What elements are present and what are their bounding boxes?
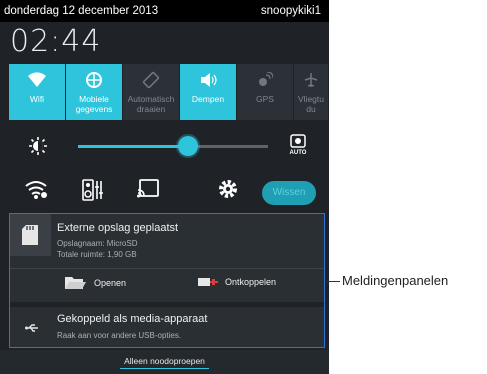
brightness-slider-thumb[interactable] (178, 136, 199, 156)
brightness-icon (28, 136, 48, 161)
toggle-gps[interactable]: GPS (237, 64, 293, 120)
status-bar: donderdag 12 december 2013 snoopykiki1 (0, 0, 329, 22)
settings-gear-icon[interactable] (217, 178, 239, 205)
cast-screen-icon[interactable] (136, 178, 160, 205)
clock: 02:44 (10, 24, 102, 59)
rotate-icon (142, 66, 160, 94)
toggle-label: Wifi (29, 94, 45, 104)
airplane-icon (303, 66, 319, 94)
auto-brightness-icon (290, 134, 306, 148)
wifi-settings-icon[interactable] (24, 178, 48, 205)
status-date: donderdag 12 december 2013 (4, 5, 159, 17)
notification-panels-highlight (9, 213, 325, 348)
gps-icon (257, 66, 273, 94)
mute-icon (199, 66, 217, 94)
emergency-calls-label: Alleen noodoproepen (120, 356, 209, 369)
quick-toggles: Wifi Mobiele gegevens Automatisch draaie… (9, 64, 329, 120)
brightness-slider[interactable] (78, 136, 268, 156)
toggle-airplane[interactable]: Vliegtu du (294, 64, 328, 120)
toggle-wifi[interactable]: Wifi (9, 64, 65, 120)
toggle-auto-rotate[interactable]: Automatisch draaien (123, 64, 179, 120)
status-user: snoopykiki1 (260, 5, 321, 17)
notification-shade: donderdag 12 december 2013 snoopykiki1 0… (0, 0, 329, 374)
callout-line (326, 281, 340, 282)
toggle-label: Automatisch draaien (127, 94, 175, 114)
toggle-label: Mobiele gegevens (75, 94, 113, 114)
toggle-label: Dempen (191, 94, 225, 104)
mobile-data-icon (85, 66, 103, 94)
auto-label: AUTO (289, 150, 307, 156)
toggle-label: GPS (256, 94, 274, 104)
audio-settings-icon[interactable] (81, 178, 103, 207)
callout-label: Meldingenpanelen (342, 273, 449, 288)
auto-brightness-toggle[interactable]: AUTO (285, 134, 311, 156)
toggle-mobile-data[interactable]: Mobiele gegevens (66, 64, 122, 120)
emergency-calls-bar: Alleen noodoproepen (0, 350, 329, 374)
brightness-row: AUTO (0, 128, 329, 164)
toggle-mute[interactable]: Dempen (180, 64, 236, 120)
brightness-slider-fill (78, 145, 189, 148)
wifi-icon (27, 66, 47, 94)
clear-notifications-button[interactable]: Wissen (262, 181, 316, 205)
toggle-label: Vliegtu du (298, 94, 324, 114)
